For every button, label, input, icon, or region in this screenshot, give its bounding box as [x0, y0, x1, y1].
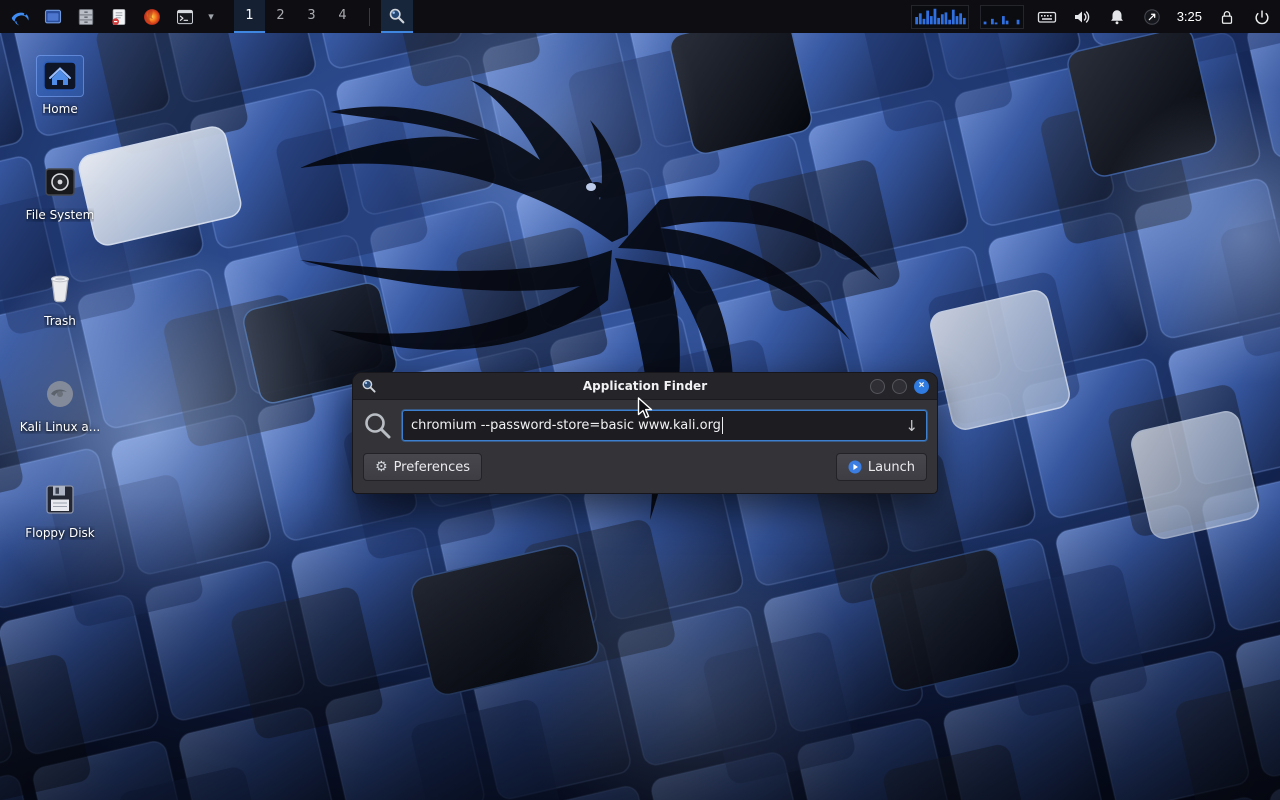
- desktop-icon-home[interactable]: Home: [12, 56, 108, 116]
- desktop-icon-trash[interactable]: Trash: [12, 268, 108, 328]
- bell-icon: [1108, 8, 1126, 26]
- panel-separator: [369, 8, 370, 26]
- document-icon: [109, 7, 129, 27]
- preferences-label: Preferences: [394, 460, 470, 475]
- search-input[interactable]: chromium --password-store=basic www.kali…: [402, 410, 927, 441]
- titlebar[interactable]: Application Finder ×: [353, 373, 937, 400]
- kali-disc-icon: [37, 374, 83, 414]
- workspace-3[interactable]: 3: [296, 0, 327, 33]
- launcher-window-app[interactable]: [39, 3, 66, 30]
- dropdown-arrow-icon[interactable]: ↓: [905, 417, 918, 435]
- workspace-switcher: 1 2 3 4: [234, 0, 358, 33]
- maximize-button[interactable]: [892, 379, 907, 394]
- lock-icon: [1218, 8, 1236, 26]
- logout-button[interactable]: [1250, 3, 1274, 30]
- search-input-value: chromium --password-store=basic www.kali…: [411, 418, 721, 433]
- desktop: ▾ 1 2 3 4: [0, 0, 1280, 800]
- keyboard-icon: [1037, 7, 1057, 27]
- preferences-button[interactable]: ⚙ Preferences: [363, 453, 482, 481]
- launcher-dropdown-chevron[interactable]: ▾: [204, 3, 218, 30]
- mouse-cursor: [637, 397, 657, 420]
- taskbar-application-finder[interactable]: [381, 0, 413, 33]
- file-cabinet-icon: [76, 7, 96, 27]
- network-graph[interactable]: [980, 5, 1024, 29]
- text-caret: [722, 417, 724, 434]
- desktop-icon-file-system[interactable]: File System: [12, 162, 108, 222]
- volume-button[interactable]: [1070, 3, 1094, 30]
- desktop-icon-label: Home: [42, 102, 77, 116]
- lock-screen-button[interactable]: [1215, 3, 1239, 30]
- power-icon: [1253, 8, 1271, 26]
- globe-icon: [1143, 8, 1161, 26]
- minimize-button[interactable]: [870, 379, 885, 394]
- window-app-finder-icon: [361, 378, 377, 394]
- app-finder-icon: [388, 7, 406, 25]
- kali-menu-button[interactable]: [6, 3, 33, 30]
- top-panel: ▾ 1 2 3 4: [0, 0, 1280, 33]
- launcher-text-editor[interactable]: [105, 3, 132, 30]
- notifications-button[interactable]: [1105, 3, 1129, 30]
- kali-logo-icon: [9, 6, 31, 28]
- clock[interactable]: 3:25: [1175, 9, 1204, 24]
- keyboard-layout-button[interactable]: [1035, 3, 1059, 30]
- terminal-icon: [175, 7, 195, 27]
- window-app-icon: [43, 7, 63, 27]
- gear-icon: ⚙: [375, 459, 388, 475]
- search-icon: [363, 411, 393, 441]
- window-title: Application Finder: [353, 379, 937, 393]
- drive-icon: [37, 162, 83, 202]
- floppy-icon: [37, 480, 83, 520]
- volume-icon: [1072, 7, 1092, 27]
- close-button[interactable]: ×: [914, 379, 929, 394]
- launcher-firefox[interactable]: [138, 3, 165, 30]
- home-icon: [37, 56, 83, 96]
- updates-orb-button[interactable]: [1140, 3, 1164, 30]
- launch-button[interactable]: Launch: [836, 453, 927, 481]
- launcher-file-manager[interactable]: [72, 3, 99, 30]
- trash-icon: [37, 268, 83, 308]
- desktop-icon-label: Trash: [44, 314, 76, 328]
- launch-label: Launch: [868, 460, 915, 475]
- workspace-1[interactable]: 1: [234, 0, 265, 33]
- workspace-2[interactable]: 2: [265, 0, 296, 33]
- launcher-terminal[interactable]: [171, 3, 198, 30]
- application-finder-window: Application Finder × chromium --password…: [352, 372, 938, 494]
- cpu-graph[interactable]: [911, 5, 969, 29]
- desktop-icon-label: Floppy Disk: [25, 526, 95, 540]
- desktop-icon-label: Kali Linux a...: [20, 420, 100, 434]
- desktop-icon-label: File System: [26, 208, 95, 222]
- desktop-icon-kali-linux[interactable]: Kali Linux a...: [12, 374, 108, 434]
- panel-status-area: 3:25: [911, 3, 1274, 30]
- workspace-4[interactable]: 4: [327, 0, 358, 33]
- launch-icon: [848, 460, 862, 474]
- firefox-icon: [142, 7, 162, 27]
- desktop-icon-floppy-disk[interactable]: Floppy Disk: [12, 480, 108, 540]
